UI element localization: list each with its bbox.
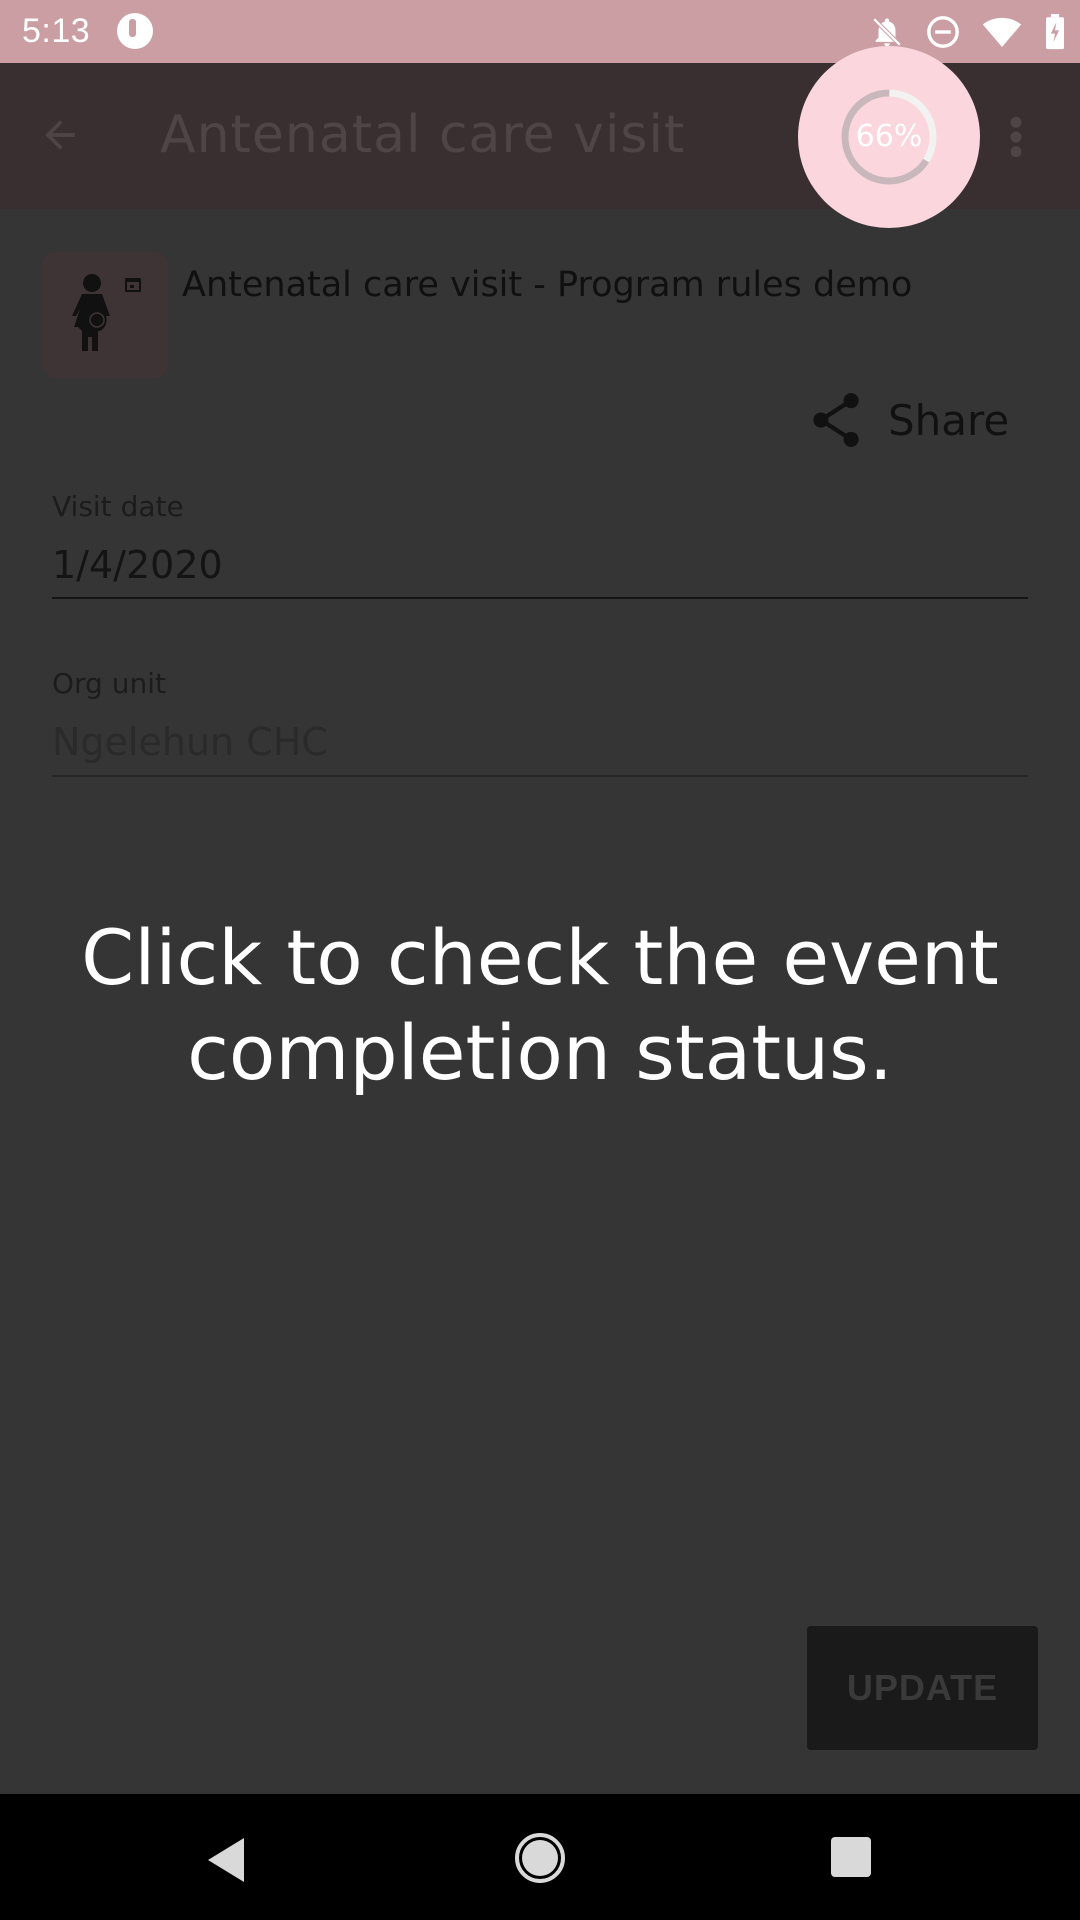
nav-recent-apps-icon[interactable] <box>830 1836 872 1878</box>
navigation-bar <box>0 1794 1080 1920</box>
wifi-icon <box>982 17 1022 47</box>
completion-percent: 66% <box>855 119 923 154</box>
program-avatar <box>42 252 168 378</box>
nav-back-icon[interactable] <box>204 1836 248 1884</box>
nav-home-icon[interactable] <box>514 1832 566 1884</box>
org-unit-label: Org unit <box>52 667 166 700</box>
more-options-icon[interactable] <box>1008 115 1024 159</box>
status-time: 5:13 <box>22 12 91 50</box>
notifications-off-icon <box>872 17 902 47</box>
org-unit-underline <box>52 775 1028 777</box>
visit-date-label: Visit date <box>52 490 184 523</box>
share-icon <box>813 393 859 447</box>
pregnant-woman-icon <box>72 274 141 351</box>
share-button[interactable]: Share <box>810 392 1009 448</box>
back-arrow-icon[interactable] <box>38 113 82 157</box>
visit-date-underline <box>52 597 1028 599</box>
share-label: Share <box>888 395 1010 445</box>
battery-charging-icon <box>1046 14 1064 50</box>
update-button[interactable]: UPDATE <box>807 1626 1038 1750</box>
program-title: Antenatal care visit - Program rules dem… <box>182 265 913 305</box>
coach-mark-message: Click to check the event completion stat… <box>81 913 999 1097</box>
app-badge-icon <box>117 13 153 49</box>
page-title: Antenatal care visit <box>160 105 686 165</box>
org-unit-field[interactable]: Ngelehun CHC <box>52 720 328 764</box>
visit-date-field[interactable]: 1/4/2020 <box>52 543 223 587</box>
do-not-disturb-icon <box>927 16 959 48</box>
completion-indicator-highlight[interactable]: 66% <box>798 46 980 228</box>
